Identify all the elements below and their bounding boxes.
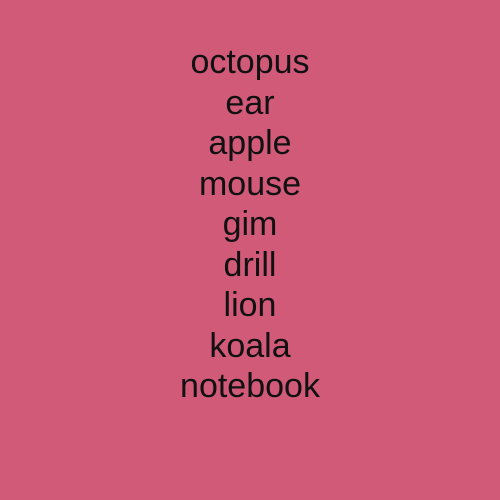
word-item: octopus [190,43,310,81]
word-item: drill [223,245,277,284]
word-item: apple [208,124,292,162]
word-item: notebook [180,367,320,405]
word-item: lion [223,286,277,324]
word-item: gim [222,205,278,243]
word-item: ear [225,83,275,122]
word-list: octopus ear apple mouse gim drill lion k… [0,42,500,407]
word-item: koala [209,326,291,365]
word-card: octopus ear apple mouse gim drill lion k… [0,0,500,500]
word-item: mouse [198,164,302,203]
